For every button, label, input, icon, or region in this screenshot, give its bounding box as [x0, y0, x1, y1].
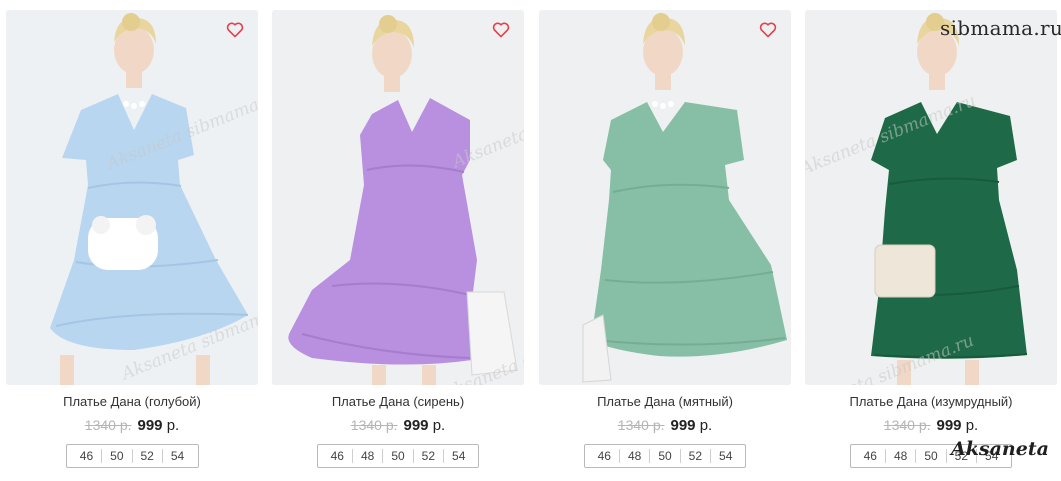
- size-selector: 46 50 52 54: [65, 444, 199, 468]
- product-photo[interactable]: Aksaneta sibmama.ru Aksaneta sibmama.ru: [6, 10, 258, 385]
- product-card[interactable]: Aksaneta sibmama.ru Aksaneta sibmama.ru …: [272, 10, 524, 468]
- price-value: 999: [936, 417, 962, 434]
- model-image: [6, 10, 258, 385]
- heart-icon[interactable]: [492, 22, 510, 38]
- size-option[interactable]: 54: [710, 449, 740, 463]
- price-value: 999: [137, 417, 163, 434]
- price-currency: р.: [965, 417, 979, 434]
- size-option[interactable]: 46: [323, 449, 352, 463]
- model-image: [805, 10, 1057, 385]
- price-value: 999: [403, 417, 429, 434]
- size-option[interactable]: 52: [131, 449, 162, 463]
- heart-icon[interactable]: [226, 22, 244, 38]
- size-option[interactable]: 50: [101, 449, 131, 463]
- size-option[interactable]: 50: [915, 449, 945, 463]
- price-currency: р.: [166, 417, 180, 434]
- size-option[interactable]: 48: [618, 449, 649, 463]
- size-option[interactable]: 46: [856, 449, 885, 463]
- size-option[interactable]: 52: [412, 449, 443, 463]
- size-option[interactable]: 50: [382, 449, 412, 463]
- old-price: 1340 р.: [883, 417, 931, 433]
- signature-watermark: Aksaneta: [951, 438, 1049, 460]
- site-watermark: sibmama.ru: [940, 16, 1061, 40]
- price-value: 999: [670, 417, 696, 434]
- model-image: [272, 10, 524, 385]
- model-image: [539, 10, 791, 385]
- product-title[interactable]: Платье Дана (сирень): [272, 394, 524, 410]
- product-photo[interactable]: [539, 10, 791, 385]
- old-price: 1340 р.: [84, 417, 132, 433]
- size-option[interactable]: 54: [443, 449, 473, 463]
- product-title[interactable]: Платье Дана (изумрудный): [805, 394, 1057, 410]
- product-grid: Aksaneta sibmama.ru Aksaneta sibmama.ru …: [0, 0, 1061, 481]
- price-block: 1340 р. 999 р.: [6, 415, 258, 435]
- current-price: 999 р.: [404, 417, 446, 434]
- price-block: 1340 р. 999 р.: [805, 415, 1057, 435]
- heart-icon[interactable]: [759, 22, 777, 38]
- size-option[interactable]: 48: [884, 449, 915, 463]
- product-photo[interactable]: Aksaneta sibmama.ru Aksaneta sibmama.ru: [805, 10, 1057, 385]
- size-option[interactable]: 54: [161, 449, 192, 463]
- current-price: 999 р.: [937, 417, 979, 434]
- size-option[interactable]: 50: [649, 449, 679, 463]
- size-option[interactable]: 48: [351, 449, 382, 463]
- old-price: 1340 р.: [350, 417, 398, 433]
- current-price: 999 р.: [138, 417, 180, 434]
- price-block: 1340 р. 999 р.: [272, 415, 524, 435]
- product-photo[interactable]: Aksaneta sibmama.ru Aksaneta sibmama.ru: [272, 10, 524, 385]
- old-price: 1340 р.: [617, 417, 665, 433]
- size-selector: 46 48 50 52 54: [317, 444, 479, 468]
- price-currency: р.: [699, 417, 713, 434]
- current-price: 999 р.: [671, 417, 713, 434]
- product-card[interactable]: Aksaneta sibmama.ru Aksaneta sibmama.ru …: [805, 10, 1057, 468]
- size-option[interactable]: 52: [679, 449, 710, 463]
- size-option[interactable]: 46: [72, 449, 101, 463]
- size-selector: 46 48 50 52 54: [584, 444, 746, 468]
- product-title[interactable]: Платье Дана (мятный): [539, 394, 791, 410]
- price-currency: р.: [432, 417, 446, 434]
- product-card[interactable]: Aksaneta sibmama.ru Aksaneta sibmama.ru …: [6, 10, 258, 468]
- size-option[interactable]: 46: [590, 449, 619, 463]
- product-title[interactable]: Платье Дана (голубой): [6, 394, 258, 410]
- product-card[interactable]: Платье Дана (мятный) 1340 р. 999 р. 46 48…: [539, 10, 791, 468]
- price-block: 1340 р. 999 р.: [539, 415, 791, 435]
